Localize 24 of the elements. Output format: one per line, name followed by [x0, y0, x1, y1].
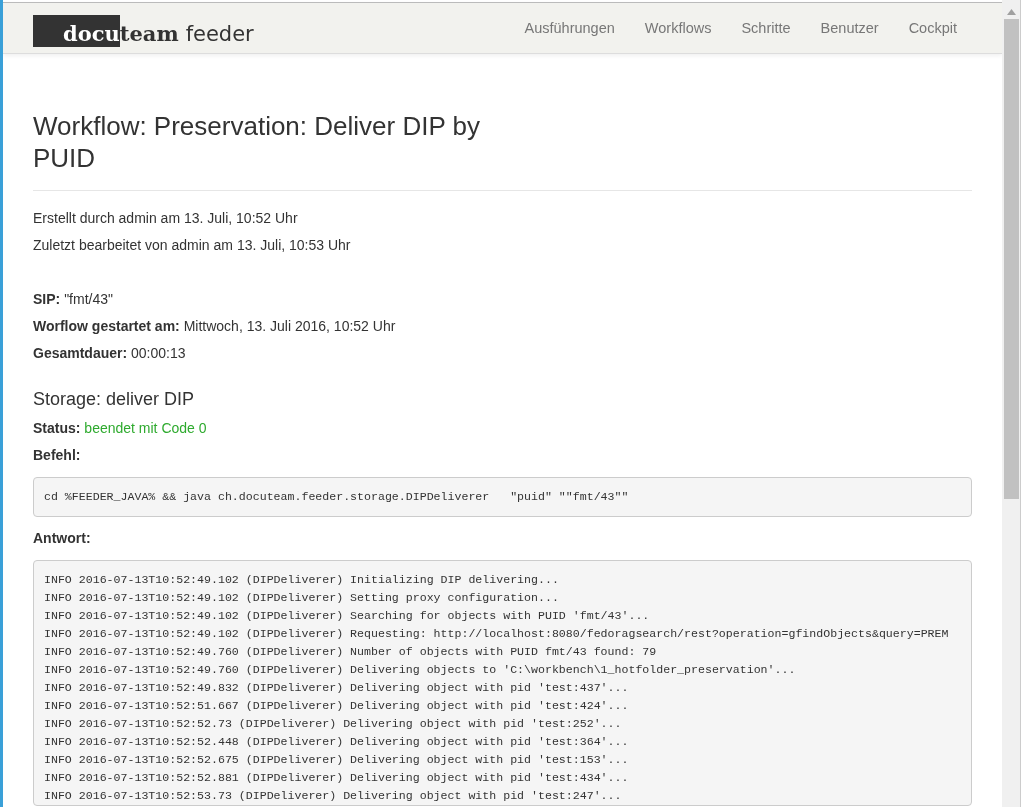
- scroll-up-icon[interactable]: [1006, 9, 1016, 15]
- nav-link[interactable]: Schritte: [726, 20, 806, 36]
- field-value: Mittwoch, 13. Juli 2016, 10:52 Uhr: [183, 318, 396, 334]
- page-title: Workflow: Preservation: Deliver DIP by PUID: [33, 110, 481, 174]
- field-label: SIP:: [33, 291, 61, 307]
- nav-link[interactable]: Cockpit: [893, 20, 972, 36]
- command-code: cd %FEEDER_JAVA% && java ch.docuteam.feeder.storage.DIPDeliverer "puid" ""fmt/43"": [33, 477, 972, 517]
- command-label: Befehl:: [33, 447, 81, 463]
- status-value: beendet mit Code 0: [84, 420, 207, 436]
- logo[interactable]: docuteam feeder: [33, 15, 254, 47]
- nav-link[interactable]: Ausführungen: [509, 20, 630, 36]
- field-label: Worflow gestartet am:: [33, 318, 180, 334]
- response-label: Antwort:: [33, 530, 91, 546]
- step-title: Storage: deliver DIP: [33, 388, 196, 411]
- meta-text: Zuletzt bearbeitet von admin am 13. Juli, 10:53 Uhr: [33, 237, 351, 253]
- field-value: 00:00:13: [131, 345, 186, 361]
- nav-link[interactable]: Benutzer: [805, 20, 894, 36]
- field-label: Gesamtdauer:: [33, 345, 128, 361]
- field-value: "fmt/43": [64, 291, 113, 307]
- nav-link[interactable]: Workflows: [629, 20, 727, 36]
- status-label: Status:: [33, 420, 81, 436]
- log-output: INFO 2016-07-13T10:52:49.102 (DIPDeliverer) Initializing DIP delivering... INFO 2016-07-13T10:52:49.102 (DIPDeliverer) Setting proxy configuration... INFO 2016-07-13T10:52:49.102 (DIPDeliverer) Searching for objects with PUID 'fmt/43'... INFO 2016-07-13T10:52:49.102 (DIPDeliverer) Requesting: http://localhost:8080/fedoragsearch/rest?operation=gfindObjects&query=PREM INFO 2016-07-13T10:52:49.760 (DIPDeliverer) Number of objects with PUID fmt/43 found: 79 INFO 2016-07-13T10:52:49.760 (DIPDeliverer) Delivering objects to 'C:\workbench\1_hotfolder_preservation'... INFO 2016-07-13T10:52:49.832 (DIPDeliverer) Delivering object with pid 'test:437'... INFO 2016-07-13T10:52:51.667 (DIPDeliverer) Delivering object with pid 'test:424'... INFO 2016-07-13T10:52:52.73 (DIPDeliverer) Delivering object with pid 'test:252'... INFO 2016-07-13T10:52:52.448 (DIPDeliverer) Delivering object with pid 'test:364'... INFO 2016-07-13T10:52:52.675 (DIPDeliverer) Delivering object with pid 'test:153'... INFO 2016-07-13T10:52:52.881 (DIPDeliverer) Delivering object with pid 'test:434'... INFO 2016-07-13T10:52:53.73 (DIPDeliverer) Delivering object with pid 'test:247'...: [33, 560, 972, 806]
- scrollbar-thumb[interactable]: [1003, 19, 1019, 499]
- meta-text: Erstellt durch admin am 13. Juli, 10:52 Uhr: [33, 210, 298, 226]
